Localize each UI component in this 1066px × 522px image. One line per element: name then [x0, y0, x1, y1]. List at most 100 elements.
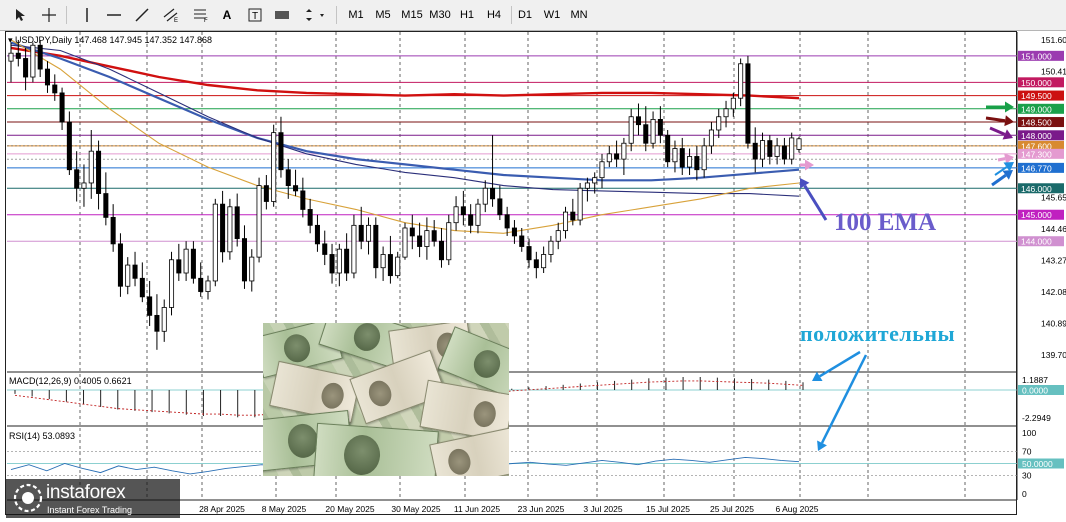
candle-body — [570, 211, 576, 221]
chart-canvas[interactable]: 1.18870.0000 -2.2949 100 70 50.0000 30 0 151.… — [0, 0, 1066, 522]
candle-body — [424, 230, 430, 247]
candle-body — [198, 277, 204, 292]
candle-body — [694, 156, 700, 171]
candle-body — [103, 193, 109, 218]
macd-tick-label: -2.2949 — [1022, 413, 1051, 423]
level-price-label: 146.770 — [1021, 163, 1052, 173]
candle-body — [606, 153, 612, 163]
candle-body — [592, 177, 598, 184]
level-price-label: 144.000 — [1021, 237, 1052, 247]
candle-body — [293, 185, 299, 192]
candle-body — [336, 248, 342, 274]
candle-body — [767, 140, 773, 157]
candle-body — [730, 97, 736, 110]
candle-body — [44, 68, 50, 86]
level-price-label: 149.000 — [1021, 104, 1052, 114]
candle-body — [796, 138, 802, 150]
candle-body — [701, 145, 707, 171]
candle-body — [263, 185, 269, 202]
candle-body — [635, 116, 641, 126]
candle-body — [438, 240, 444, 261]
candle-body — [125, 264, 131, 287]
candle-body — [30, 44, 36, 78]
candle-body — [650, 118, 656, 144]
time-axis-label: 20 May 2025 — [325, 504, 374, 514]
candle-body — [789, 137, 795, 160]
ema-annotation-label: 100 EMA — [834, 209, 937, 236]
darkred-arrow — [985, 116, 1006, 123]
candle-body — [190, 248, 196, 279]
level-price-label: 148.000 — [1021, 131, 1052, 141]
collapse-triangle-icon[interactable]: ▾ — [8, 35, 15, 45]
candle-body — [555, 230, 561, 242]
instaforex-logo: instaforex Instant Forex Trading — [6, 479, 180, 518]
candle-body — [745, 63, 751, 144]
chart-grid — [7, 32, 1018, 501]
candle-body — [314, 224, 320, 245]
price-tick-label: 142.085 — [1041, 287, 1066, 297]
time-axis-label: 3 Jul 2025 — [583, 504, 622, 514]
candle-body — [395, 256, 401, 277]
candle-body — [708, 129, 714, 147]
green-arrow-head — [1005, 101, 1014, 113]
dollar-bill-image — [313, 422, 439, 476]
candle-body — [760, 140, 766, 160]
candle-body — [497, 198, 503, 216]
price-tick-label: 150.415 — [1041, 66, 1066, 76]
candle-body — [665, 134, 671, 163]
level-price-label: 149.500 — [1021, 91, 1052, 101]
candle-body — [643, 124, 649, 144]
price-tick-label: 140.895 — [1041, 318, 1066, 328]
candle-body — [15, 52, 21, 59]
level-price-label: 147.300 — [1021, 149, 1052, 159]
candle-body — [723, 108, 729, 118]
macd-pointer-arrow — [819, 350, 861, 378]
candle-body — [322, 243, 328, 255]
candle-body — [781, 145, 787, 160]
candle-body — [468, 214, 474, 226]
pink-arrow — [997, 157, 1006, 162]
candle-body — [220, 203, 226, 253]
macd-tick-label: 0.0000 — [1022, 386, 1048, 396]
level-price-label: 148.500 — [1021, 118, 1052, 128]
candle-body — [88, 150, 94, 184]
candle-body — [402, 227, 408, 258]
candle-body — [453, 206, 459, 224]
candle-body — [490, 187, 496, 200]
time-axis-label: 30 May 2025 — [391, 504, 440, 514]
candle-body — [526, 246, 532, 261]
rsi-tick-label: 0 — [1022, 489, 1027, 499]
price-tick-label: 143.275 — [1041, 255, 1066, 265]
macd-title: MACD(12,26,9) 0.4005 0.6621 — [9, 376, 132, 386]
rsi-title: RSI(14) 53.0893 — [9, 431, 76, 441]
positive-annotation-label: положительны — [800, 321, 956, 346]
candle-body — [482, 187, 488, 205]
candle-body — [679, 148, 685, 168]
candle-body — [621, 142, 627, 160]
candle-body — [446, 222, 452, 261]
candle-body — [541, 254, 547, 269]
candle-body — [563, 211, 569, 232]
candle-body — [59, 92, 65, 123]
candle-body — [657, 118, 663, 136]
candle-body — [74, 169, 80, 189]
blue-arrow — [991, 174, 1007, 187]
candle-body — [519, 235, 525, 247]
candle-body — [584, 182, 590, 189]
candle-body — [66, 121, 72, 171]
candle-body — [37, 44, 43, 70]
candle-body — [599, 161, 605, 179]
rsi-tick-label: 30 — [1022, 471, 1032, 481]
candle-body — [366, 224, 372, 242]
money-photo — [263, 323, 509, 476]
time-axis: 28 Apr 2025 8 May 2025 20 May 2025 30 May 2… — [199, 504, 819, 514]
candle-body — [96, 150, 102, 194]
candle-body — [672, 148, 678, 163]
candle-body — [154, 314, 160, 332]
level-price-label: 145.000 — [1021, 210, 1052, 220]
price-candles — [8, 39, 802, 350]
candle-body — [511, 227, 517, 237]
candle-body — [110, 216, 116, 245]
candle-body — [227, 206, 233, 253]
time-axis-label: 6 Aug 2025 — [775, 504, 818, 514]
